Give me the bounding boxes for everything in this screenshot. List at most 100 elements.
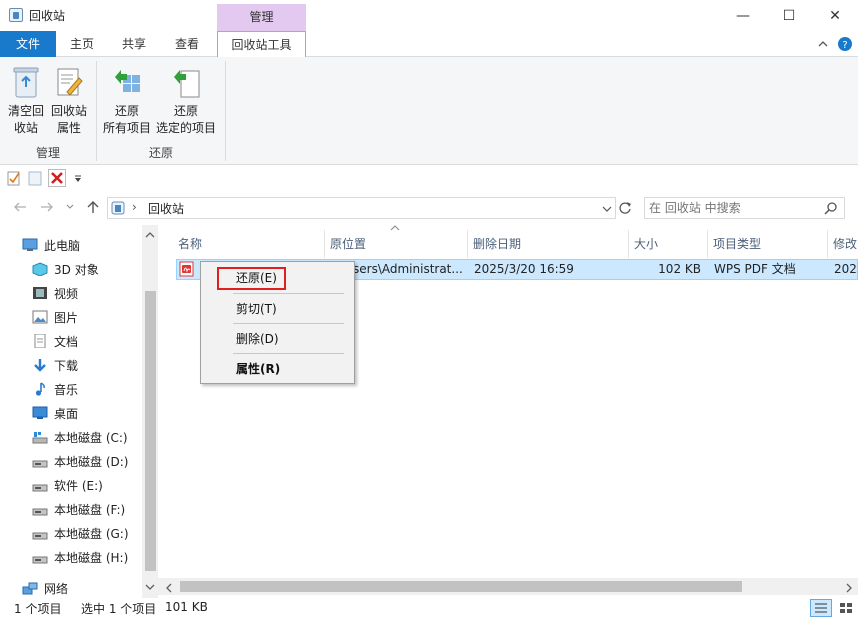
scroll-left-icon[interactable]	[165, 583, 172, 593]
tab-view[interactable]: 查看	[166, 31, 208, 57]
nav-item-label: 网络	[44, 581, 69, 596]
nav-item[interactable]: 网络	[0, 576, 142, 600]
cell-item-type: WPS PDF 文档	[714, 262, 796, 276]
nav-item[interactable]: 软件 (E:)	[0, 473, 142, 497]
nav-item[interactable]: 此电脑	[0, 233, 142, 257]
search-icon[interactable]	[824, 201, 838, 215]
minimize-icon: —	[736, 7, 750, 24]
forward-arrow-icon[interactable]	[40, 201, 54, 213]
scroll-right-icon[interactable]	[846, 583, 853, 593]
nav-item[interactable]: 本地磁盘 (G:)	[0, 521, 142, 545]
tab-share[interactable]: 共享	[113, 31, 155, 57]
restore-selected-button[interactable]: 还原 选定的项目	[154, 63, 218, 137]
menu-item-delete[interactable]: 删除(D)	[203, 327, 352, 351]
navigation-pane: 此电脑 3D 对象视频图片 文档 下载音乐桌面本地磁盘 (C:) 本地磁盘 (D:) 软件…	[0, 225, 158, 598]
3d-objects-icon	[32, 262, 48, 276]
empty-recycle-bin-button[interactable]: 清空回 收站	[4, 63, 48, 137]
tab-file[interactable]: 文件	[0, 31, 56, 57]
scroll-up-icon[interactable]	[145, 231, 155, 238]
help-icon[interactable]: ?	[837, 36, 853, 52]
column-name[interactable]: 名称	[173, 230, 325, 258]
menu-item-cut[interactable]: 剪切(T)	[203, 297, 352, 321]
cell-original-location: sers\Administrat...	[353, 262, 463, 276]
drive-icon	[32, 508, 48, 516]
nav-item-label: 本地磁盘 (F:)	[54, 502, 126, 517]
refresh-icon[interactable]	[618, 201, 632, 215]
restore-all-label-1: 还原	[114, 104, 139, 118]
music-icon	[35, 382, 45, 396]
video-icon	[33, 287, 47, 299]
tab-recycle-bin-tools[interactable]: 回收站工具	[217, 31, 306, 58]
ribbon-separator	[225, 61, 226, 161]
pictures-icon	[32, 310, 48, 324]
status-item-count: 1 个项目	[14, 602, 62, 616]
nav-item[interactable]: 视频	[0, 281, 142, 305]
menu-separator	[233, 353, 344, 354]
minimize-button[interactable]: —	[720, 0, 766, 31]
recycle-bin-properties-button[interactable]: 回收站 属性	[48, 63, 90, 137]
column-date-deleted[interactable]: 删除日期	[468, 230, 629, 258]
restore-selected-label-2: 选定的项目	[155, 121, 216, 135]
details-view-icon[interactable]	[810, 599, 832, 617]
address-location[interactable]: 回收站	[148, 200, 184, 217]
ribbon-tabs: 文件 主页 共享 查看 回收站工具 ?	[0, 31, 858, 58]
computer-icon	[22, 238, 38, 251]
column-item-type[interactable]: 项目类型	[708, 230, 828, 258]
nav-item[interactable]: 3D 对象	[0, 257, 142, 281]
menu-separator	[233, 293, 344, 294]
drive-icon	[32, 556, 48, 564]
status-selected-size: 101 KB	[165, 600, 208, 614]
large-icons-view-icon[interactable]	[836, 599, 856, 617]
window-title: 回收站	[29, 9, 66, 23]
nav-item[interactable]: 本地磁盘 (C:)	[0, 425, 142, 449]
nav-item[interactable]: 文档	[0, 329, 142, 353]
status-selected-count: 选中 1 个项目	[81, 602, 157, 616]
nav-item-label: 桌面	[54, 406, 79, 421]
nav-item[interactable]: 下载	[0, 353, 142, 377]
recent-locations-icon[interactable]	[66, 204, 74, 210]
menu-item-properties[interactable]: 属性(R)	[203, 357, 352, 381]
address-bar[interactable]: › 回收站	[107, 197, 616, 219]
context-menu: 还原(E) 剪切(T) 删除(D) 属性(R)	[200, 261, 355, 384]
nav-item[interactable]: 本地磁盘 (F:)	[0, 497, 142, 521]
up-arrow-icon[interactable]	[86, 200, 100, 214]
nav-item[interactable]: 桌面	[0, 401, 142, 425]
recycle-bin-icon	[9, 8, 23, 22]
empty-bin-label-2: 收站	[13, 121, 38, 135]
nav-item[interactable]: 本地磁盘 (D:)	[0, 449, 142, 473]
close-button[interactable]: ✕	[812, 0, 858, 31]
column-size[interactable]: 大小	[629, 230, 708, 258]
nav-item-label: 音乐	[54, 382, 79, 397]
restore-all-button[interactable]: 还原 所有项目	[100, 63, 154, 137]
column-date-modified[interactable]: 修改	[828, 230, 858, 258]
nav-item-label: 3D 对象	[54, 262, 99, 277]
customize-qat-icon[interactable]	[74, 175, 82, 183]
nav-item[interactable]: 图片	[0, 305, 142, 329]
title-bar: 回收站 管理 — ☐ ✕	[0, 0, 858, 31]
drive-icon	[32, 532, 48, 540]
tab-home[interactable]: 主页	[61, 31, 103, 57]
nav-item-label: 视频	[54, 286, 79, 301]
maximize-button[interactable]: ☐	[766, 0, 812, 31]
search-input[interactable]	[649, 200, 819, 216]
close-icon: ✕	[829, 7, 841, 24]
empty-bin-icon	[13, 67, 39, 98]
search-box[interactable]	[644, 197, 845, 219]
back-arrow-icon[interactable]	[13, 201, 27, 213]
horizontal-scrollbar[interactable]	[158, 578, 858, 595]
scroll-down-icon[interactable]	[145, 584, 155, 591]
new-folder-icon[interactable]	[28, 170, 42, 186]
column-original-location[interactable]: 原位置	[325, 230, 468, 258]
chevron-down-icon[interactable]	[602, 206, 612, 213]
nav-item-label: 本地磁盘 (H:)	[54, 550, 129, 565]
horizontal-scroll-thumb[interactable]	[180, 581, 742, 592]
nav-scroll-thumb[interactable]	[145, 291, 156, 571]
chevron-up-icon[interactable]	[818, 40, 828, 48]
drive-icon	[32, 484, 48, 492]
nav-item[interactable]: 音乐	[0, 377, 142, 401]
nav-item-label: 本地磁盘 (C:)	[54, 430, 128, 445]
nav-item[interactable]: 本地磁盘 (H:)	[0, 545, 142, 569]
address-row: › 回收站	[0, 191, 858, 225]
delete-x-icon[interactable]	[48, 169, 66, 187]
properties-check-icon[interactable]	[7, 170, 21, 186]
